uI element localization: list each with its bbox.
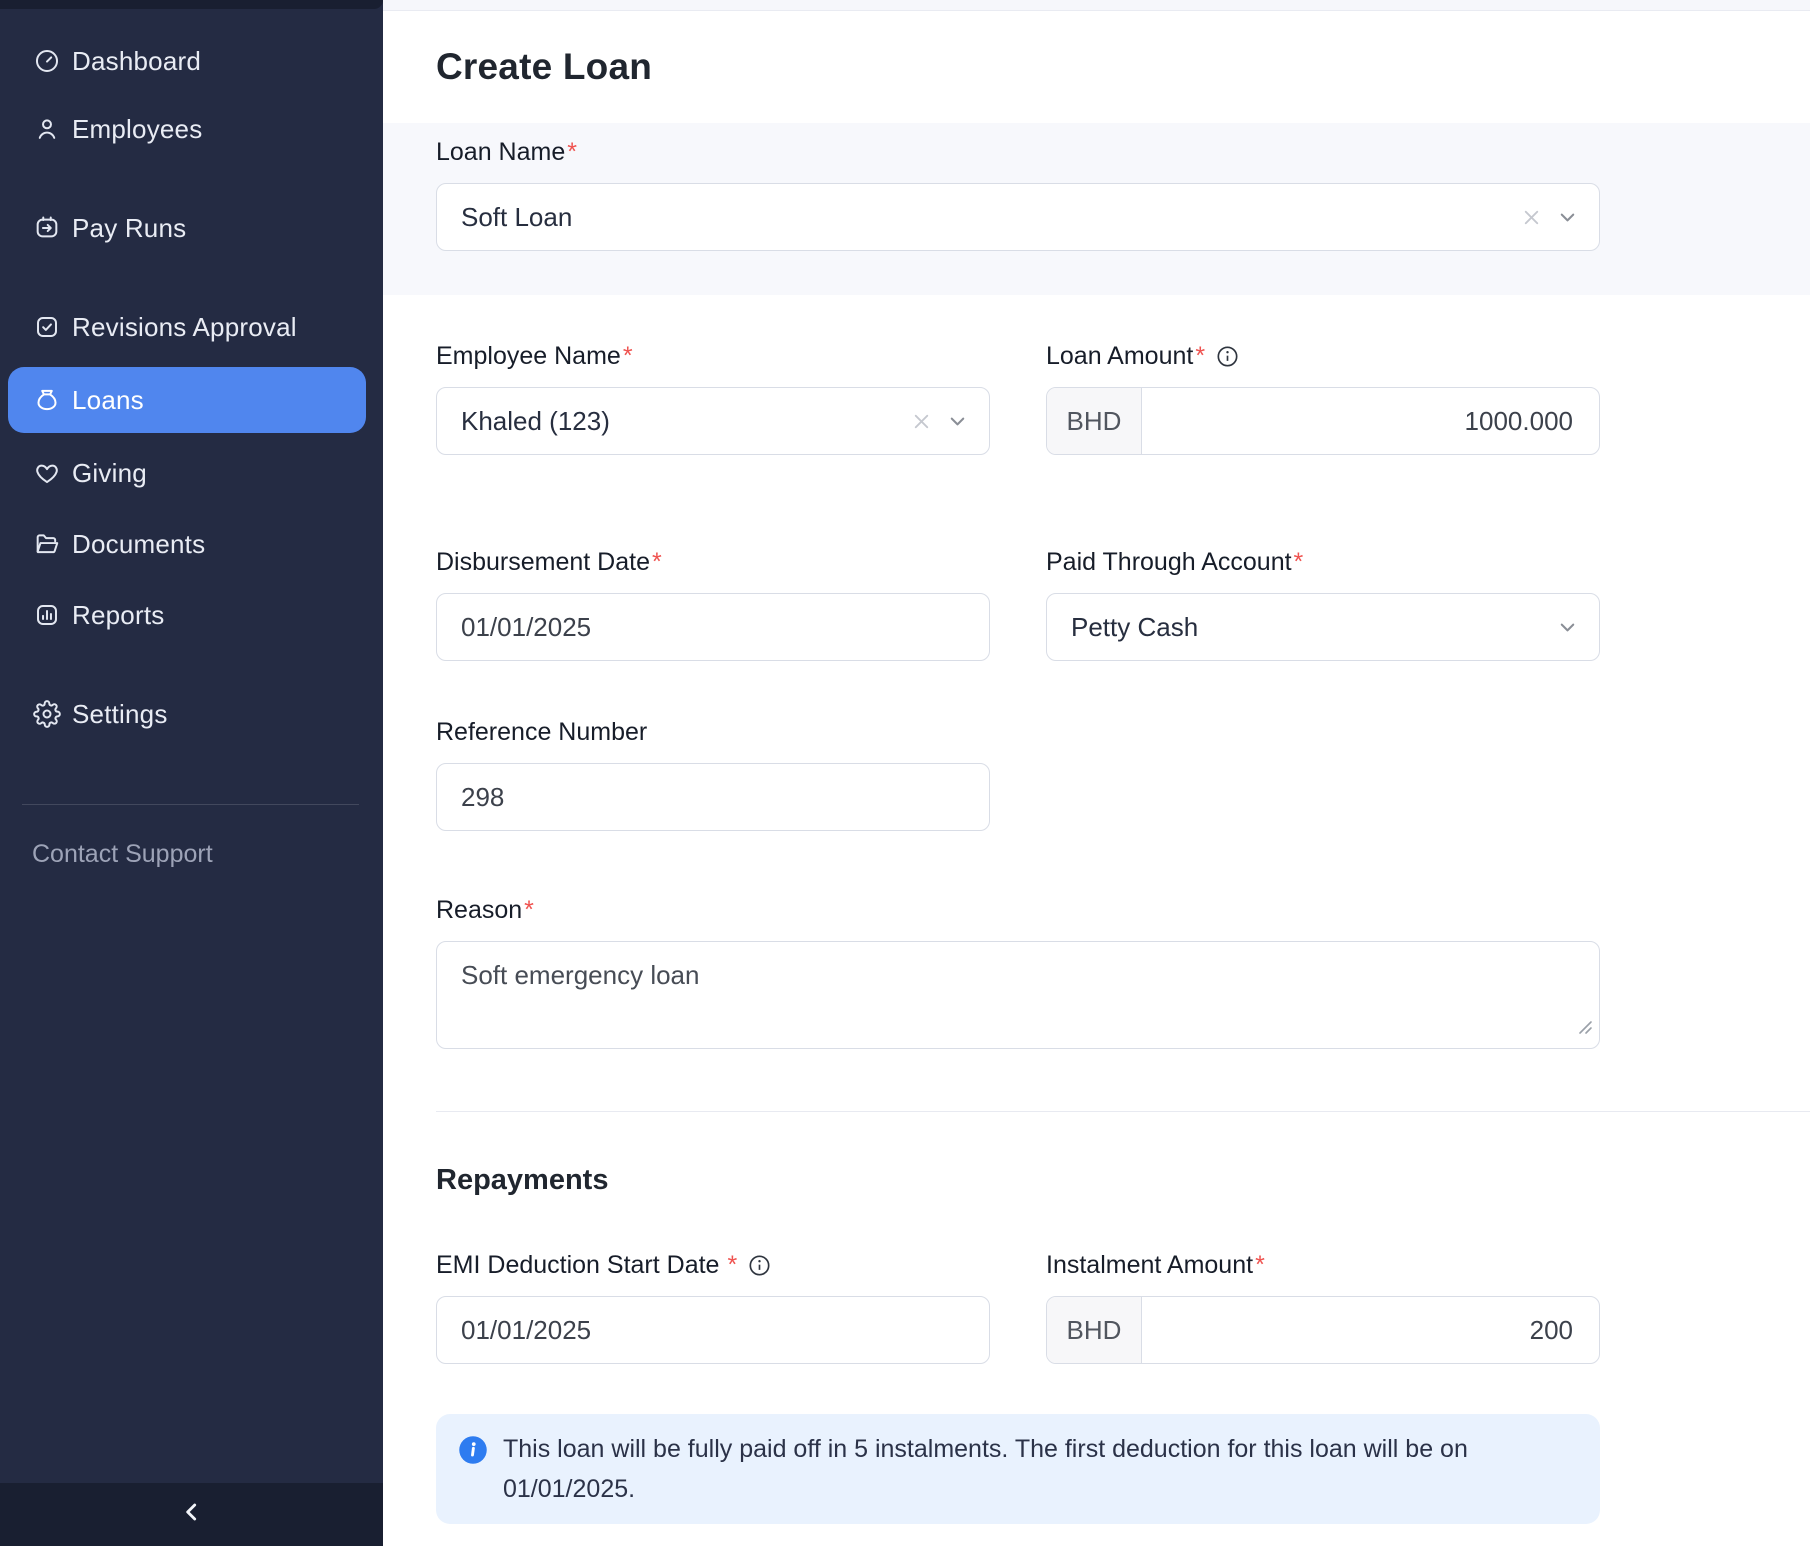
- main-content: Create Loan Loan Name* Soft Loan Employe…: [383, 0, 1810, 1546]
- sidebar-item-label: Reports: [72, 600, 164, 631]
- sidebar-item-label: Settings: [72, 699, 168, 730]
- info-icon[interactable]: [747, 1253, 772, 1278]
- sidebar-divider: [22, 804, 359, 805]
- documents-icon: [33, 530, 61, 558]
- chevron-down-icon[interactable]: [946, 410, 969, 433]
- employee-name-label: Employee Name*: [436, 341, 990, 371]
- sidebar-item-loans[interactable]: Loans: [8, 367, 366, 433]
- settings-icon: [33, 700, 61, 728]
- loan-name-section: Loan Name* Soft Loan: [383, 123, 1810, 295]
- required-mark: *: [1195, 342, 1205, 371]
- currency-prefix: BHD: [1047, 388, 1142, 454]
- info-icon[interactable]: [1215, 344, 1240, 369]
- sidebar-item-label: Documents: [72, 529, 205, 560]
- paid-through-account-value: Petty Cash: [1071, 612, 1198, 643]
- form-body: Employee Name* Khaled (123) Loan Amount*: [383, 341, 1810, 1524]
- loan-name-value: Soft Loan: [461, 202, 572, 233]
- sidebar-item-revisions-approval[interactable]: Revisions Approval: [0, 299, 383, 355]
- loan-amount-field: BHD: [1046, 387, 1600, 455]
- banner-info-icon: [458, 1435, 488, 1465]
- required-mark: *: [623, 342, 633, 371]
- sidebar-item-pay-runs[interactable]: Pay Runs: [0, 200, 383, 256]
- required-mark: *: [1294, 548, 1304, 577]
- chevron-down-icon[interactable]: [1556, 206, 1579, 229]
- paid-through-account-label: Paid Through Account*: [1046, 547, 1600, 577]
- sidebar-item-label: Revisions Approval: [72, 312, 297, 343]
- repayments-heading: Repayments: [436, 1162, 1810, 1198]
- reason-textarea[interactable]: Soft emergency loan: [436, 941, 1600, 1049]
- dashboard-icon: [33, 47, 61, 75]
- clear-icon[interactable]: [910, 410, 933, 433]
- top-strip: [383, 0, 1810, 11]
- reason-label: Reason*: [436, 895, 1810, 925]
- loan-amount-label: Loan Amount*: [1046, 341, 1600, 371]
- section-divider: [436, 1111, 1810, 1112]
- sidebar-top-bar: [0, 0, 383, 9]
- emi-start-date-input[interactable]: [436, 1296, 990, 1364]
- page-header: Create Loan: [383, 11, 1810, 123]
- pay-runs-icon: [33, 214, 61, 242]
- instalment-amount-label: Instalment Amount*: [1046, 1250, 1600, 1280]
- chevron-left-icon: [179, 1499, 205, 1530]
- sidebar-item-reports[interactable]: Reports: [0, 587, 383, 643]
- reports-icon: [33, 601, 61, 629]
- required-mark: *: [1255, 1251, 1265, 1280]
- collapse-sidebar-button[interactable]: [0, 1483, 383, 1546]
- sidebar-item-label: Loans: [72, 385, 144, 416]
- disbursement-date-input[interactable]: [436, 593, 990, 661]
- revisions-approval-icon: [33, 313, 61, 341]
- sidebar: Dashboard Employees Pay Runs Revisions A…: [0, 0, 383, 1546]
- page-title: Create Loan: [436, 46, 652, 88]
- sidebar-item-dashboard[interactable]: Dashboard: [0, 33, 383, 89]
- loan-amount-input[interactable]: [1142, 388, 1599, 454]
- required-mark: *: [524, 896, 534, 925]
- sidebar-item-settings[interactable]: Settings: [0, 686, 383, 742]
- sidebar-item-documents[interactable]: Documents: [0, 516, 383, 572]
- paid-through-account-select[interactable]: Petty Cash: [1046, 593, 1600, 661]
- employees-icon: [33, 115, 61, 143]
- loan-name-label: Loan Name*: [436, 137, 1810, 167]
- resize-handle-icon[interactable]: [1578, 1020, 1593, 1040]
- employee-name-select[interactable]: Khaled (123): [436, 387, 990, 455]
- disbursement-date-label: Disbursement Date*: [436, 547, 990, 577]
- clear-icon[interactable]: [1520, 206, 1543, 229]
- currency-prefix: BHD: [1047, 1297, 1142, 1363]
- sidebar-nav: Dashboard Employees Pay Runs Revisions A…: [0, 0, 383, 742]
- employee-name-value: Khaled (123): [461, 406, 610, 437]
- app-window: Dashboard Employees Pay Runs Revisions A…: [0, 0, 1810, 1546]
- required-mark: *: [727, 1251, 737, 1280]
- reference-number-label: Reference Number: [436, 717, 990, 747]
- sidebar-item-label: Dashboard: [72, 46, 201, 77]
- contact-support-link[interactable]: Contact Support: [0, 826, 383, 882]
- sidebar-item-label: Giving: [72, 458, 147, 489]
- giving-icon: [33, 459, 61, 487]
- instalment-amount-input[interactable]: [1142, 1297, 1599, 1363]
- chevron-down-icon[interactable]: [1556, 616, 1579, 639]
- sidebar-item-label: Pay Runs: [72, 213, 186, 244]
- required-mark: *: [652, 548, 662, 577]
- sidebar-item-giving[interactable]: Giving: [0, 445, 383, 501]
- banner-message: This loan will be fully paid off in 5 in…: [503, 1429, 1574, 1509]
- reference-number-input[interactable]: [436, 763, 990, 831]
- loan-name-select[interactable]: Soft Loan: [436, 183, 1600, 251]
- emi-start-date-label: EMI Deduction Start Date*: [436, 1250, 990, 1280]
- loans-icon: [33, 386, 61, 414]
- instalments-info-banner: This loan will be fully paid off in 5 in…: [436, 1414, 1600, 1524]
- required-mark: *: [567, 138, 577, 167]
- sidebar-item-employees[interactable]: Employees: [0, 101, 383, 157]
- instalment-amount-field: BHD: [1046, 1296, 1600, 1364]
- sidebar-item-label: Employees: [72, 114, 202, 145]
